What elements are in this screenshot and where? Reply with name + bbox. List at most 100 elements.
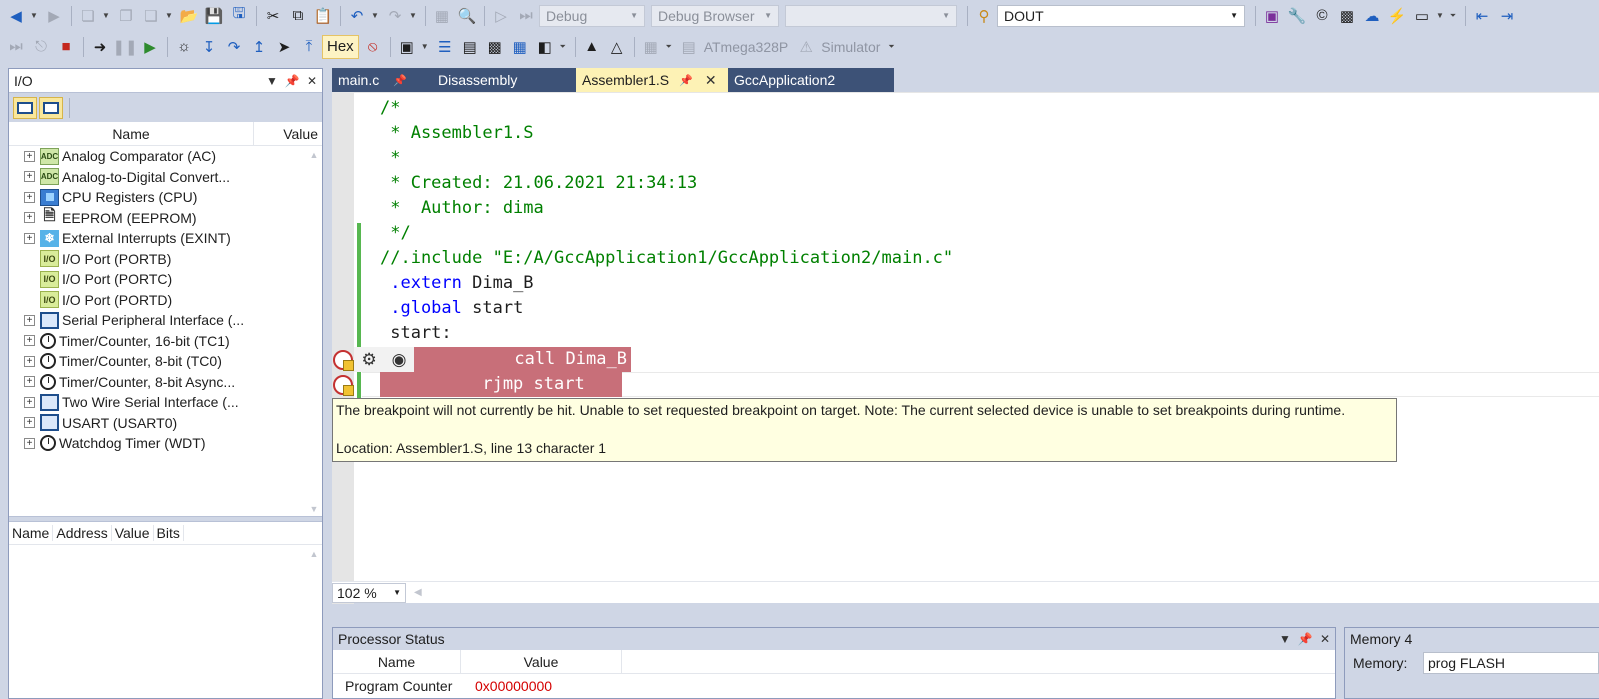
expand-icon[interactable]: + <box>24 376 35 388</box>
toolbox-icon[interactable]: ☁ <box>1360 4 1384 28</box>
wrench-icon[interactable]: 🔧 <box>1285 4 1309 28</box>
startup-item-select[interactable]: ▼ <box>785 4 957 27</box>
lightning-icon[interactable]: ⚡ <box>1385 4 1409 28</box>
tab-assembler1-s[interactable]: Assembler1.S 📌 ✕ <box>576 68 728 92</box>
grid-view-toggle[interactable] <box>39 96 63 119</box>
tree-item[interactable]: + Serial Peripheral Interface (... <box>9 310 322 331</box>
redo-dropdown-icon[interactable]: ▼ <box>408 11 418 20</box>
step-over-icon[interactable]: ↷ <box>222 35 246 59</box>
memory-icon[interactable]: ▩ <box>483 35 507 59</box>
value-column-header[interactable]: Value <box>254 122 322 145</box>
find-in-files-icon[interactable]: 🔍 <box>455 4 479 28</box>
quick-watch-icon[interactable]: ☼ <box>172 35 196 59</box>
expand-icon[interactable]: + <box>24 355 35 367</box>
name-column-header[interactable]: Name <box>333 650 461 673</box>
pin-icon[interactable]: 📌 <box>1295 632 1315 646</box>
tool-icon[interactable]: ⚠ <box>794 35 818 59</box>
tree-item[interactable]: + Timer/Counter, 8-bit (TC0) <box>9 351 322 372</box>
vertical-scrollbar[interactable]: ▲ ▼ <box>308 146 320 516</box>
platform-select[interactable]: Debug Browser ▼ <box>651 4 779 27</box>
hex-display-toggle[interactable]: Hex <box>322 34 359 59</box>
chip-icon[interactable]: ▩ <box>1335 4 1359 28</box>
open-file-icon[interactable]: 📂 <box>177 4 201 28</box>
tree-item[interactable]: + 🗎 EEPROM (EEPROM) <box>9 207 322 229</box>
code-editor[interactable]: /* * Assembler1.S * * Created: 21.06.202… <box>332 92 1599 604</box>
start-without-debugging-icon[interactable]: ▷ <box>489 4 513 28</box>
device-programming-icon[interactable]: ▦ <box>430 4 454 28</box>
expand-icon[interactable]: + <box>24 335 35 347</box>
io-view-icon[interactable]: ◧ <box>533 35 557 59</box>
pin-icon[interactable]: 📌 <box>282 74 302 88</box>
table-row[interactable]: Program Counter 0x00000000 <box>333 674 1335 694</box>
tree-item[interactable]: + USART (USART0) <box>9 413 322 434</box>
close-icon[interactable]: ✕ <box>705 72 717 89</box>
tree-item[interactable]: I/O I/O Port (PORTD) <box>9 290 322 311</box>
device-icon[interactable]: ▤ <box>677 35 701 59</box>
scroll-up-icon[interactable]: ▲ <box>308 150 320 160</box>
attach-icon[interactable]: ⎋ <box>29 35 53 59</box>
save-all-icon[interactable]: 🖫 <box>227 4 251 28</box>
tree-item[interactable]: + ADC Analog-to-Digital Convert... <box>9 167 322 188</box>
scroll-up-icon[interactable]: ▲ <box>308 549 320 559</box>
find-input[interactable]: DOUT ▼ <box>997 4 1245 27</box>
copy-icon[interactable]: ⧉ <box>286 4 310 28</box>
tab-disassembly[interactable]: Disassembly <box>426 68 576 92</box>
add-new-item-icon[interactable]: ❑ <box>139 4 163 28</box>
name-column-header[interactable]: Name <box>9 122 254 145</box>
expand-icon[interactable]: + <box>24 437 35 449</box>
continue-icon[interactable]: ⏭ <box>514 4 538 28</box>
reset-icon[interactable]: ⤒ <box>297 35 321 59</box>
registers-icon[interactable]: ▤ <box>458 35 482 59</box>
undo-icon[interactable]: ↶ <box>345 4 369 28</box>
zoom-select[interactable]: 102 % ▼ <box>332 582 406 603</box>
scroll-down-icon[interactable]: ▼ <box>308 504 320 514</box>
disable-breakpoints-icon[interactable]: ⦸ <box>361 35 385 59</box>
device-programming-icon[interactable]: ▲ <box>580 35 604 59</box>
panel-options-icon[interactable]: ▼ <box>1275 632 1295 646</box>
indent-icon[interactable]: ⇥ <box>1495 4 1519 28</box>
pin-icon[interactable]: 📌 <box>393 74 407 87</box>
tool-overflow-icon[interactable]: ⏷ <box>886 42 896 52</box>
paste-icon[interactable]: 📋 <box>311 4 335 28</box>
breakpoint-window-dropdown-icon[interactable]: ▼ <box>420 42 430 51</box>
solution-explorer-icon[interactable]: ▣ <box>1260 4 1284 28</box>
column-header[interactable]: Address <box>53 525 112 541</box>
close-icon[interactable]: ✕ <box>302 74 322 88</box>
vertical-scrollbar[interactable]: ▲ <box>308 545 320 699</box>
extension-icon[interactable]: © <box>1310 4 1334 28</box>
debug-tool-label[interactable]: Simulator <box>821 39 880 55</box>
processor-icon[interactable]: ▦ <box>508 35 532 59</box>
expand-icon[interactable]: + <box>24 314 35 326</box>
terminal-dropdown-icon[interactable]: ▼ <box>1435 11 1445 20</box>
gear-icon[interactable]: ⚙ <box>361 350 376 370</box>
breakpoint-window-icon[interactable]: ▣ <box>395 35 419 59</box>
toggle-breakpoint-icon[interactable]: ◉ <box>392 350 407 370</box>
disassembly-icon[interactable]: ☰ <box>433 35 457 59</box>
step-into-icon[interactable]: ↧ <box>197 35 221 59</box>
expand-icon[interactable]: + <box>24 417 35 429</box>
tree-item[interactable]: I/O I/O Port (PORTB) <box>9 249 322 270</box>
device-overflow-icon[interactable]: ⏷ <box>664 42 674 52</box>
tab-main-c[interactable]: main.c 📌 <box>332 68 426 92</box>
tree-item[interactable]: + Watchdog Timer (WDT) <box>9 433 322 454</box>
warning-breakpoint-icon[interactable] <box>333 350 354 371</box>
tree-item[interactable]: + ❄ External Interrupts (EXINT) <box>9 228 322 249</box>
outdent-icon[interactable]: ⇤ <box>1470 4 1494 28</box>
column-header[interactable]: Name <box>9 525 54 541</box>
cut-icon[interactable]: ✂ <box>261 4 285 28</box>
expand-icon[interactable]: + <box>24 191 35 203</box>
column-header[interactable]: Value <box>112 525 154 541</box>
add-item-icon[interactable]: ❐ <box>114 4 138 28</box>
new-project-icon[interactable]: ❏ <box>76 4 100 28</box>
stop-debugging-icon[interactable]: ■ <box>54 35 78 59</box>
panel-options-icon[interactable]: ▼ <box>262 74 282 88</box>
expand-icon[interactable]: + <box>24 232 35 244</box>
tab-gccapplication2[interactable]: GccApplication2 <box>728 68 894 92</box>
tree-view-toggle[interactable] <box>13 96 37 119</box>
overflow-icon[interactable]: ⏷ <box>1448 11 1458 21</box>
find-icon[interactable]: ⚲ <box>972 4 996 28</box>
tree-item[interactable]: I/O I/O Port (PORTC) <box>9 269 322 290</box>
run-to-cursor-icon[interactable]: ➤ <box>272 35 296 59</box>
forward-icon[interactable]: ▶ <box>42 4 66 28</box>
show-next-statement-icon[interactable]: ➜ <box>88 35 112 59</box>
